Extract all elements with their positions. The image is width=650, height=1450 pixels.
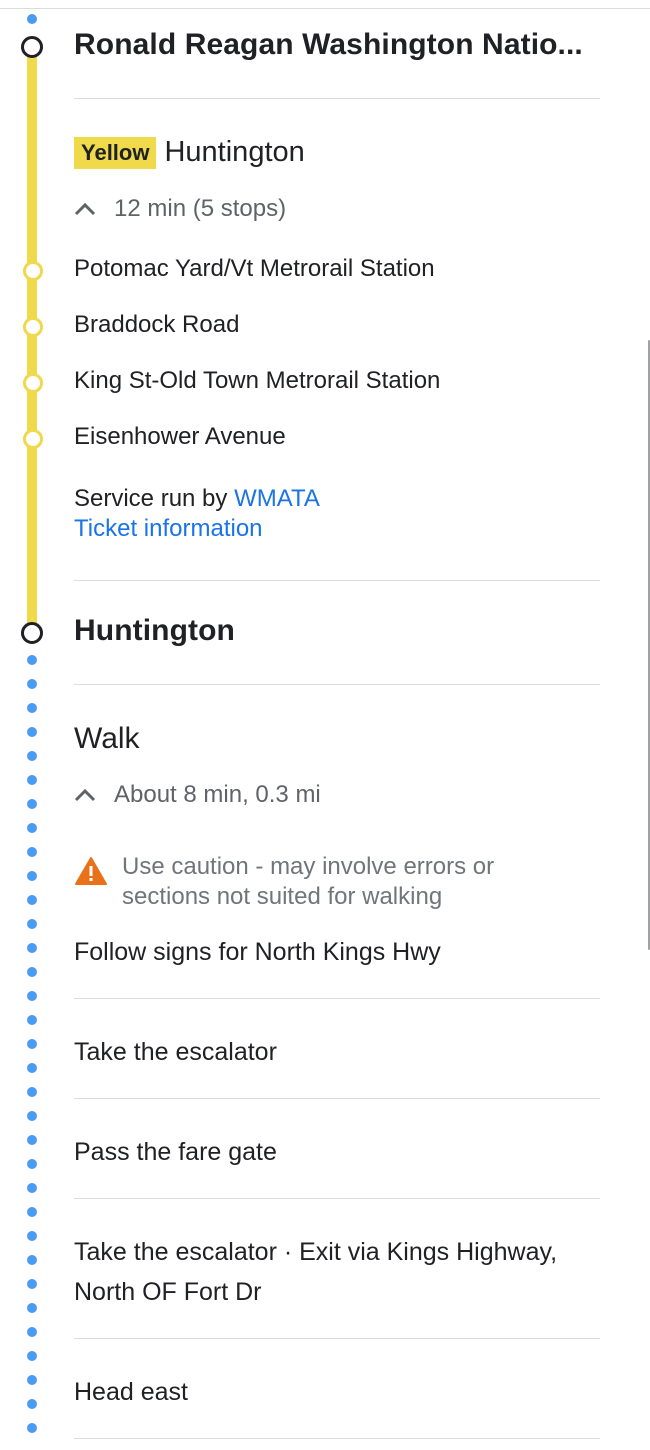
walk-dot <box>27 1111 37 1121</box>
intermediate-stop: Potomac Yard/Vt Metrorail Station <box>74 255 435 282</box>
agency-link[interactable]: WMATA <box>234 485 320 512</box>
intermediate-stop-ring-icon <box>23 429 43 449</box>
walk-duration: About 8 min, 0.3 mi <box>114 781 321 808</box>
walk-dot <box>27 1327 37 1337</box>
walk-dot <box>27 1255 37 1265</box>
walk-dot <box>27 799 37 809</box>
line-badge: Yellow <box>74 136 157 169</box>
walk-step[interactable]: Follow signs for North Kings Hwy <box>74 932 594 972</box>
arrival-station-ring-icon <box>21 622 43 644</box>
walk-dot <box>27 847 37 857</box>
intermediate-stop: Eisenhower Avenue <box>74 423 286 450</box>
walk-dot <box>27 1039 37 1049</box>
step-verb: Head <box>74 1378 134 1406</box>
intermediate-stop-ring-icon <box>23 373 43 393</box>
walk-step[interactable]: Pass the fare gate <box>74 1132 594 1172</box>
walk-dot <box>27 655 37 665</box>
service-info: Service run by WMATA <box>74 485 320 513</box>
walk-dot <box>27 751 37 761</box>
walk-dot <box>27 703 37 713</box>
walk-dot <box>27 1063 37 1073</box>
service-prefix: Service run by <box>74 485 228 512</box>
divider <box>74 1438 600 1439</box>
walk-dot <box>27 871 37 881</box>
headsign: Huntington <box>164 136 305 168</box>
walk-dot <box>27 1423 37 1433</box>
walk-dot <box>27 1303 37 1313</box>
walk-dot <box>27 1015 37 1025</box>
walk-dot <box>27 1279 37 1289</box>
divider <box>74 580 600 581</box>
ticket-info-link[interactable]: Ticket information <box>74 515 263 543</box>
walk-dot <box>27 1375 37 1385</box>
warning-icon <box>75 857 107 885</box>
walk-dot <box>27 967 37 977</box>
divider <box>74 684 600 685</box>
divider <box>74 1338 600 1339</box>
transit-duration: 12 min <box>114 195 187 222</box>
walk-title: Walk <box>74 722 140 755</box>
walk-dot <box>27 1399 37 1409</box>
walk-dot <box>27 1207 37 1217</box>
intermediate-stop: King St-Old Town Metrorail Station <box>74 367 441 394</box>
origin-station-name[interactable]: Ronald Reagan Washington Natio... <box>74 28 583 62</box>
walk-dot <box>27 1183 37 1193</box>
divider <box>74 98 600 99</box>
walk-duration-toggle[interactable]: About 8 min, 0.3 mi <box>74 781 321 809</box>
step-direction: east <box>140 1378 188 1406</box>
walk-dot <box>27 1351 37 1361</box>
walk-dot <box>27 1159 37 1169</box>
walk-dot <box>27 1087 37 1097</box>
transit-duration-toggle[interactable]: 12 min (5 stops) <box>74 195 286 223</box>
divider <box>74 998 600 999</box>
walk-dot <box>27 679 37 689</box>
yellow-line-segment <box>27 47 37 634</box>
arrival-station-name[interactable]: Huntington <box>74 614 235 648</box>
walk-dot <box>27 727 37 737</box>
top-divider <box>0 8 650 9</box>
warning-line-2: sections not suited for walking <box>122 883 443 910</box>
walk-dot <box>27 1135 37 1145</box>
walk-step[interactable]: Take the escalator · Exit via Kings High… <box>74 1232 594 1312</box>
walk-step-last[interactable]: Head east <box>74 1372 594 1412</box>
walk-dot <box>27 919 37 929</box>
walk-dot <box>27 14 37 24</box>
divider <box>74 1098 600 1099</box>
walk-dot <box>27 775 37 785</box>
walk-warning: Use caution - may involve errors or sect… <box>74 852 494 912</box>
walk-dot <box>27 1231 37 1241</box>
intermediate-stop-ring-icon <box>23 317 43 337</box>
route-rail <box>0 0 70 1450</box>
walk-dot <box>27 895 37 905</box>
divider <box>74 1198 600 1199</box>
origin-station-ring-icon <box>21 36 43 58</box>
walk-step[interactable]: Take the escalator <box>74 1032 594 1072</box>
transit-stops-count: (5 stops) <box>192 195 287 222</box>
intermediate-stop-ring-icon <box>23 261 43 281</box>
intermediate-stop: Braddock Road <box>74 311 240 338</box>
chevron-up-icon <box>74 202 96 216</box>
warning-line-1: Use caution - may involve errors or <box>122 853 495 880</box>
walk-dot <box>27 943 37 953</box>
walk-dot <box>27 991 37 1001</box>
walk-dot <box>27 823 37 833</box>
transit-line-header: Yellow Huntington <box>74 136 305 169</box>
chevron-up-icon <box>74 788 96 802</box>
